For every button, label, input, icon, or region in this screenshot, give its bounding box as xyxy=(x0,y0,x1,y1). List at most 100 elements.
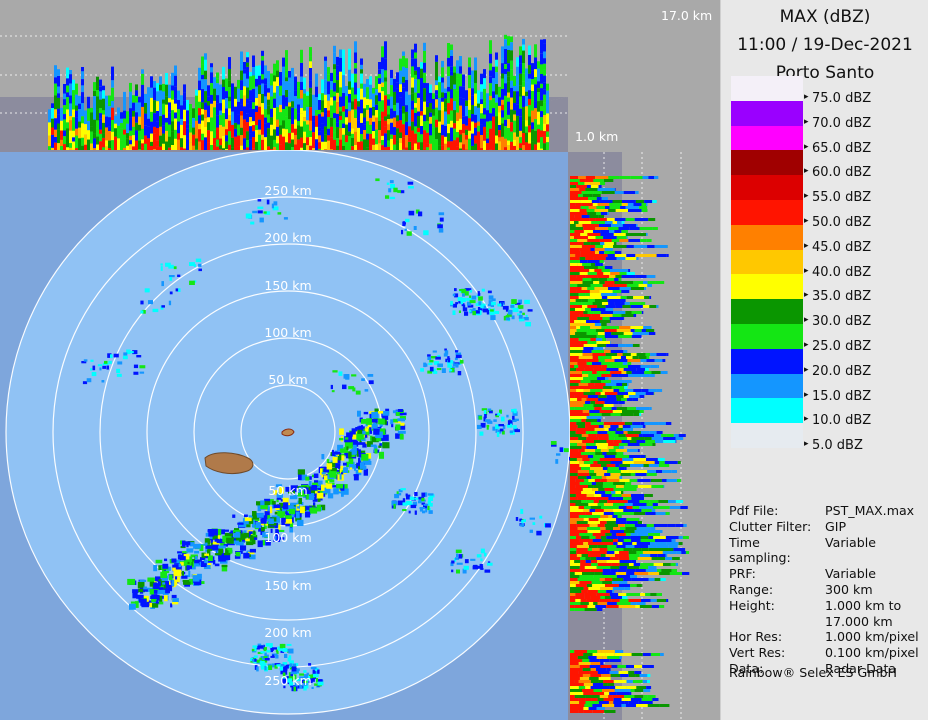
section-cell xyxy=(599,410,613,413)
section-cell xyxy=(601,326,606,329)
echo-cell xyxy=(364,389,369,392)
section-cell xyxy=(246,62,249,67)
section-cell xyxy=(645,353,651,356)
echo-cell xyxy=(318,480,323,486)
section-cell xyxy=(384,126,387,134)
section-cell xyxy=(372,87,375,94)
section-cell xyxy=(607,548,616,551)
section-cell xyxy=(141,69,144,74)
section-cell xyxy=(630,584,637,587)
section-cell xyxy=(66,92,69,98)
echo-cell xyxy=(454,288,457,292)
section-cell xyxy=(616,545,626,548)
section-cell xyxy=(204,109,207,119)
section-cell xyxy=(240,127,243,136)
section-cell xyxy=(513,110,516,115)
section-cell xyxy=(647,284,652,287)
echo-cell xyxy=(532,522,536,525)
section-cell xyxy=(619,650,624,653)
echo-cell xyxy=(257,645,264,649)
section-cell xyxy=(648,548,662,551)
section-cell xyxy=(360,69,363,74)
echo-cell xyxy=(405,218,410,223)
section-cell xyxy=(342,49,345,63)
section-cell xyxy=(580,254,595,257)
section-cell xyxy=(141,84,144,97)
section-cell xyxy=(637,521,642,524)
section-cell xyxy=(591,563,598,566)
section-cell xyxy=(587,239,600,242)
section-cell xyxy=(540,130,543,138)
echo-cell xyxy=(261,666,265,670)
section-cell xyxy=(593,500,599,503)
section-cell xyxy=(600,449,609,452)
section-cell xyxy=(336,138,339,146)
section-cell xyxy=(252,67,255,76)
section-cell xyxy=(570,227,584,230)
section-cell xyxy=(354,118,357,132)
section-cell xyxy=(577,284,591,287)
section-cell xyxy=(507,115,510,120)
section-cell xyxy=(405,111,408,122)
echo-cell xyxy=(382,442,390,449)
section-cell xyxy=(580,563,592,566)
section-cell xyxy=(135,146,138,150)
section-cell xyxy=(593,368,607,371)
section-cell xyxy=(614,689,620,692)
section-cell xyxy=(590,389,603,392)
echo-cell xyxy=(529,529,533,533)
section-cell xyxy=(587,329,596,332)
section-cell xyxy=(330,97,333,106)
echo-cell xyxy=(192,575,200,582)
echo-cell xyxy=(188,570,191,578)
section-cell xyxy=(354,52,357,63)
section-cell xyxy=(597,332,605,335)
section-cell xyxy=(57,86,60,94)
section-cell xyxy=(540,148,543,150)
section-cell xyxy=(333,96,336,101)
echo-cell xyxy=(162,563,169,569)
echo-cell xyxy=(168,275,175,278)
section-cell xyxy=(595,251,599,254)
section-cell xyxy=(570,653,584,656)
section-cell xyxy=(570,401,577,404)
section-cell xyxy=(628,392,636,395)
section-cell xyxy=(596,473,605,476)
section-cell xyxy=(578,710,584,713)
section-cell xyxy=(483,108,486,115)
section-cell xyxy=(585,557,591,560)
echo-cell xyxy=(378,445,382,448)
section-cell xyxy=(450,127,453,142)
section-cell xyxy=(117,107,120,114)
radar-map[interactable] xyxy=(0,0,720,720)
section-cell xyxy=(586,185,591,188)
section-cell xyxy=(606,560,620,563)
section-cell xyxy=(570,188,580,191)
echo-cell xyxy=(326,463,333,470)
section-cell xyxy=(625,311,632,314)
section-cell xyxy=(623,578,632,581)
echo-cell xyxy=(282,497,289,503)
section-cell xyxy=(63,105,66,115)
section-cell xyxy=(646,686,652,689)
section-cell xyxy=(156,101,159,111)
section-cell xyxy=(411,141,414,147)
section-cell xyxy=(249,90,252,101)
echo-cell xyxy=(343,462,347,466)
section-cell xyxy=(528,116,531,126)
section-cell xyxy=(102,90,105,99)
section-cell xyxy=(528,65,531,74)
section-cell xyxy=(69,130,72,144)
section-cell xyxy=(342,128,345,135)
section-cell xyxy=(240,70,243,81)
section-cell xyxy=(606,476,620,479)
section-cell xyxy=(591,278,599,281)
section-cell xyxy=(642,551,653,554)
section-cell xyxy=(638,578,649,581)
section-cell xyxy=(570,185,577,188)
section-cell xyxy=(604,266,613,269)
section-cell xyxy=(577,578,584,581)
section-cell xyxy=(600,242,605,245)
section-cell xyxy=(228,108,231,116)
section-cell xyxy=(612,515,618,518)
